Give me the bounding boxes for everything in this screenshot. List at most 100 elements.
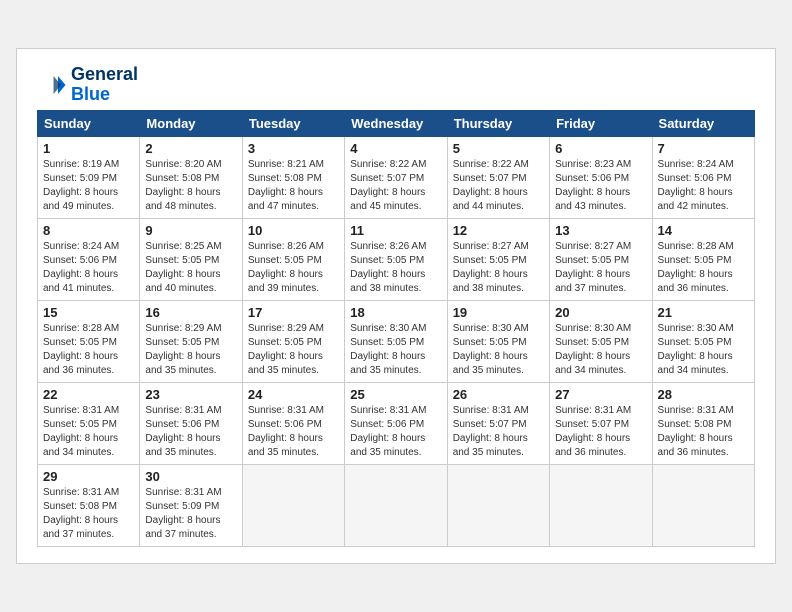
- calendar-day: 4 Sunrise: 8:22 AMSunset: 5:07 PMDaylight…: [345, 137, 447, 219]
- day-number: 18: [350, 305, 441, 320]
- day-number: 16: [145, 305, 236, 320]
- calendar-day: 13 Sunrise: 8:27 AMSunset: 5:05 PMDayligh…: [550, 219, 652, 301]
- calendar-day: 26 Sunrise: 8:31 AMSunset: 5:07 PMDayligh…: [447, 383, 549, 465]
- weekday-header-thursday: Thursday: [447, 111, 549, 137]
- day-number: 30: [145, 469, 236, 484]
- calendar-day: 28Sunrise: 8:31 AMSunset: 5:08 PMDayligh…: [652, 383, 754, 465]
- day-detail: Sunrise: 8:31 AMSunset: 5:07 PMDaylight:…: [453, 404, 544, 460]
- calendar-day: 29Sunrise: 8:31 AMSunset: 5:08 PMDayligh…: [38, 465, 140, 547]
- weekday-header-tuesday: Tuesday: [242, 111, 344, 137]
- day-detail: Sunrise: 8:20 AMSunset: 5:08 PMDaylight:…: [145, 158, 236, 214]
- day-detail: Sunrise: 8:31 AMSunset: 5:05 PMDaylight:…: [43, 404, 134, 460]
- day-number: 15: [43, 305, 134, 320]
- calendar-day: 11 Sunrise: 8:26 AMSunset: 5:05 PMDayligh…: [345, 219, 447, 301]
- calendar-day: 22 Sunrise: 8:31 AMSunset: 5:05 PMDayligh…: [38, 383, 140, 465]
- logo-icon: [37, 70, 67, 100]
- day-detail: Sunrise: 8:26 AMSunset: 5:05 PMDaylight:…: [350, 240, 441, 296]
- day-number: 19: [453, 305, 544, 320]
- day-number: 23: [145, 387, 236, 402]
- logo-text-blue: Blue: [71, 85, 138, 105]
- day-detail: Sunrise: 8:22 AMSunset: 5:07 PMDaylight:…: [350, 158, 441, 214]
- calendar-day: 15 Sunrise: 8:28 AMSunset: 5:05 PMDayligh…: [38, 301, 140, 383]
- calendar-day: 18 Sunrise: 8:30 AMSunset: 5:05 PMDayligh…: [345, 301, 447, 383]
- day-detail: Sunrise: 8:24 AMSunset: 5:06 PMDaylight:…: [658, 158, 749, 214]
- calendar-day: 7 Sunrise: 8:24 AMSunset: 5:06 PMDaylight…: [652, 137, 754, 219]
- calendar-day: 12 Sunrise: 8:27 AMSunset: 5:05 PMDayligh…: [447, 219, 549, 301]
- day-number: 1: [43, 141, 134, 156]
- day-number: 8: [43, 223, 134, 238]
- calendar-week-3: 15 Sunrise: 8:28 AMSunset: 5:05 PMDayligh…: [38, 301, 755, 383]
- calendar-day: 24 Sunrise: 8:31 AMSunset: 5:06 PMDayligh…: [242, 383, 344, 465]
- day-number: 12: [453, 223, 544, 238]
- calendar-table: SundayMondayTuesdayWednesdayThursdayFrid…: [37, 110, 755, 547]
- calendar-week-2: 8 Sunrise: 8:24 AMSunset: 5:06 PMDaylight…: [38, 219, 755, 301]
- day-detail: Sunrise: 8:27 AMSunset: 5:05 PMDaylight:…: [453, 240, 544, 296]
- calendar-day: 23 Sunrise: 8:31 AMSunset: 5:06 PMDayligh…: [140, 383, 242, 465]
- calendar-day: 25Sunrise: 8:31 AMSunset: 5:06 PMDayligh…: [345, 383, 447, 465]
- calendar-day: [345, 465, 447, 547]
- day-detail: Sunrise: 8:31 AMSunset: 5:09 PMDaylight:…: [145, 486, 236, 542]
- calendar-day: 10 Sunrise: 8:26 AMSunset: 5:05 PMDayligh…: [242, 219, 344, 301]
- day-detail: Sunrise: 8:28 AMSunset: 5:05 PMDaylight:…: [658, 240, 749, 296]
- day-number: 26: [453, 387, 544, 402]
- day-detail: Sunrise: 8:26 AMSunset: 5:05 PMDaylight:…: [248, 240, 339, 296]
- day-detail: Sunrise: 8:28 AMSunset: 5:05 PMDaylight:…: [43, 322, 134, 378]
- day-number: 14: [658, 223, 749, 238]
- weekday-header-monday: Monday: [140, 111, 242, 137]
- day-detail: Sunrise: 8:31 AMSunset: 5:06 PMDaylight:…: [145, 404, 236, 460]
- calendar-day: [550, 465, 652, 547]
- weekday-header-sunday: Sunday: [38, 111, 140, 137]
- calendar-day: 14 Sunrise: 8:28 AMSunset: 5:05 PMDayligh…: [652, 219, 754, 301]
- calendar-day: [242, 465, 344, 547]
- calendar-day: 30 Sunrise: 8:31 AMSunset: 5:09 PMDayligh…: [140, 465, 242, 547]
- calendar-day: 16 Sunrise: 8:29 AMSunset: 5:05 PMDayligh…: [140, 301, 242, 383]
- day-number: 6: [555, 141, 646, 156]
- calendar-week-4: 22 Sunrise: 8:31 AMSunset: 5:05 PMDayligh…: [38, 383, 755, 465]
- day-number: 3: [248, 141, 339, 156]
- calendar-day: 3 Sunrise: 8:21 AMSunset: 5:08 PMDaylight…: [242, 137, 344, 219]
- day-number: 11: [350, 223, 441, 238]
- day-number: 22: [43, 387, 134, 402]
- weekday-header-saturday: Saturday: [652, 111, 754, 137]
- calendar-header: General Blue: [37, 65, 755, 105]
- calendar-day: 27 Sunrise: 8:31 AMSunset: 5:07 PMDayligh…: [550, 383, 652, 465]
- day-number: 13: [555, 223, 646, 238]
- calendar-week-5: 29Sunrise: 8:31 AMSunset: 5:08 PMDayligh…: [38, 465, 755, 547]
- day-detail: Sunrise: 8:22 AMSunset: 5:07 PMDaylight:…: [453, 158, 544, 214]
- day-number: 20: [555, 305, 646, 320]
- weekday-header-wednesday: Wednesday: [345, 111, 447, 137]
- calendar-week-1: 1Sunrise: 8:19 AMSunset: 5:09 PMDaylight…: [38, 137, 755, 219]
- day-number: 28: [658, 387, 749, 402]
- weekday-header-row: SundayMondayTuesdayWednesdayThursdayFrid…: [38, 111, 755, 137]
- day-number: 27: [555, 387, 646, 402]
- day-detail: Sunrise: 8:27 AMSunset: 5:05 PMDaylight:…: [555, 240, 646, 296]
- logo-text-general: General: [71, 65, 138, 85]
- day-detail: Sunrise: 8:24 AMSunset: 5:06 PMDaylight:…: [43, 240, 134, 296]
- day-number: 10: [248, 223, 339, 238]
- day-number: 24: [248, 387, 339, 402]
- day-number: 2: [145, 141, 236, 156]
- logo: General Blue: [37, 65, 138, 105]
- day-number: 4: [350, 141, 441, 156]
- day-detail: Sunrise: 8:30 AMSunset: 5:05 PMDaylight:…: [658, 322, 749, 378]
- calendar-day: 20 Sunrise: 8:30 AMSunset: 5:05 PMDayligh…: [550, 301, 652, 383]
- weekday-header-friday: Friday: [550, 111, 652, 137]
- calendar-day: 19 Sunrise: 8:30 AMSunset: 5:05 PMDayligh…: [447, 301, 549, 383]
- calendar-day: 1Sunrise: 8:19 AMSunset: 5:09 PMDaylight…: [38, 137, 140, 219]
- day-detail: Sunrise: 8:31 AMSunset: 5:06 PMDaylight:…: [248, 404, 339, 460]
- day-number: 7: [658, 141, 749, 156]
- day-detail: Sunrise: 8:31 AMSunset: 5:06 PMDaylight:…: [350, 404, 441, 460]
- day-detail: Sunrise: 8:31 AMSunset: 5:08 PMDaylight:…: [43, 486, 134, 542]
- day-number: 21: [658, 305, 749, 320]
- day-detail: Sunrise: 8:29 AMSunset: 5:05 PMDaylight:…: [145, 322, 236, 378]
- calendar-day: 8 Sunrise: 8:24 AMSunset: 5:06 PMDaylight…: [38, 219, 140, 301]
- day-detail: Sunrise: 8:31 AMSunset: 5:07 PMDaylight:…: [555, 404, 646, 460]
- calendar-day: 17Sunrise: 8:29 AMSunset: 5:05 PMDayligh…: [242, 301, 344, 383]
- day-number: 9: [145, 223, 236, 238]
- calendar-day: 5Sunrise: 8:22 AMSunset: 5:07 PMDaylight…: [447, 137, 549, 219]
- day-detail: Sunrise: 8:21 AMSunset: 5:08 PMDaylight:…: [248, 158, 339, 214]
- calendar-day: 9Sunrise: 8:25 AMSunset: 5:05 PMDaylight…: [140, 219, 242, 301]
- day-detail: Sunrise: 8:30 AMSunset: 5:05 PMDaylight:…: [555, 322, 646, 378]
- day-detail: Sunrise: 8:30 AMSunset: 5:05 PMDaylight:…: [453, 322, 544, 378]
- day-detail: Sunrise: 8:30 AMSunset: 5:05 PMDaylight:…: [350, 322, 441, 378]
